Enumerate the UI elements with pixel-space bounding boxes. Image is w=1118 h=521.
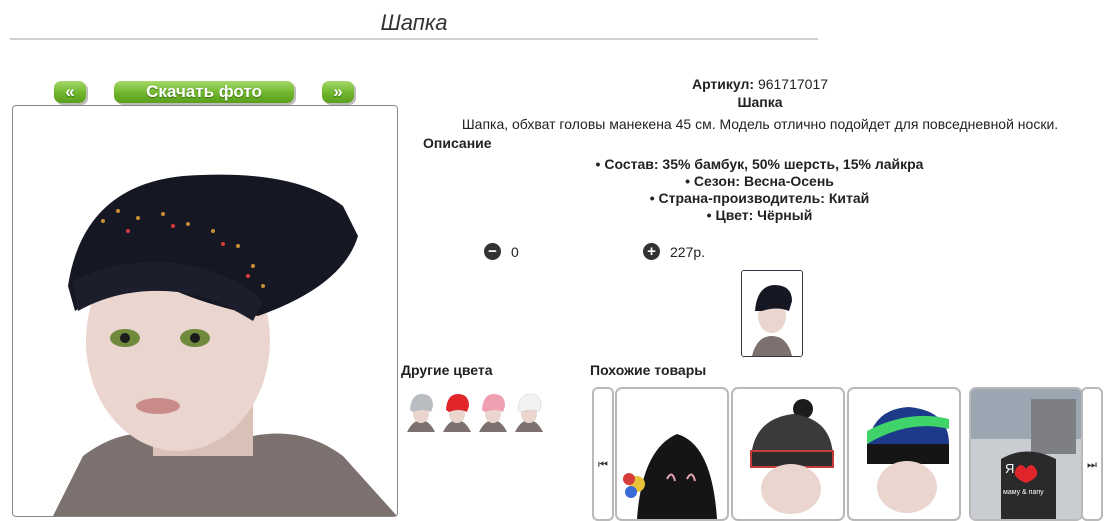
prev-photo-button[interactable]: « [54, 81, 86, 103]
article-label: Артикул: [691, 76, 755, 92]
article-value: 961717017 [757, 76, 829, 92]
color-swatch-gray[interactable] [405, 390, 437, 432]
next-photo-button[interactable]: » [322, 81, 354, 103]
other-colors-heading: Другие цвета [401, 362, 493, 378]
quantity-control: − 0 [484, 243, 519, 260]
product-name: Шапка [737, 94, 783, 110]
skip-back-icon: ⏮ [598, 459, 608, 471]
color-swatch-pink[interactable] [477, 390, 509, 432]
thumbnail-image [742, 271, 802, 356]
spec-item: • Страна-производитель: Китай [649, 190, 870, 206]
card-print-subtext: маму & папу [1003, 489, 1044, 496]
title-divider [10, 38, 818, 40]
color-swatch-red[interactable] [441, 390, 473, 432]
specs-heading: Описание [423, 135, 492, 151]
spec-item: • Сезон: Весна-Осень [685, 173, 834, 189]
spec-item: • Состав: 35% бамбук, 50% шерсть, 15% ла… [595, 156, 924, 172]
photo-thumbnail[interactable] [741, 270, 803, 357]
price-control: + 227р. [643, 243, 705, 260]
price-value: 227р. [670, 243, 706, 260]
skip-forward-icon: ⏭ [1087, 459, 1097, 471]
similar-products-heading: Похожие товары [590, 362, 707, 378]
minus-icon[interactable]: − [484, 243, 501, 260]
card-print-text: Я [1005, 461, 1015, 476]
product-description: Шапка, обхват головы манекена 45 см. Мод… [461, 116, 1059, 132]
article-line: Артикул: 961717017 [410, 76, 1110, 92]
color-swatch-white[interactable] [513, 390, 545, 432]
quantity-value: 0 [511, 243, 519, 260]
download-photo-button[interactable]: Скачать фото [114, 81, 294, 103]
page-title: Шапка [380, 10, 448, 35]
spec-item: • Цвет: Чёрный [706, 207, 813, 223]
plus-icon[interactable]: + [643, 243, 660, 260]
